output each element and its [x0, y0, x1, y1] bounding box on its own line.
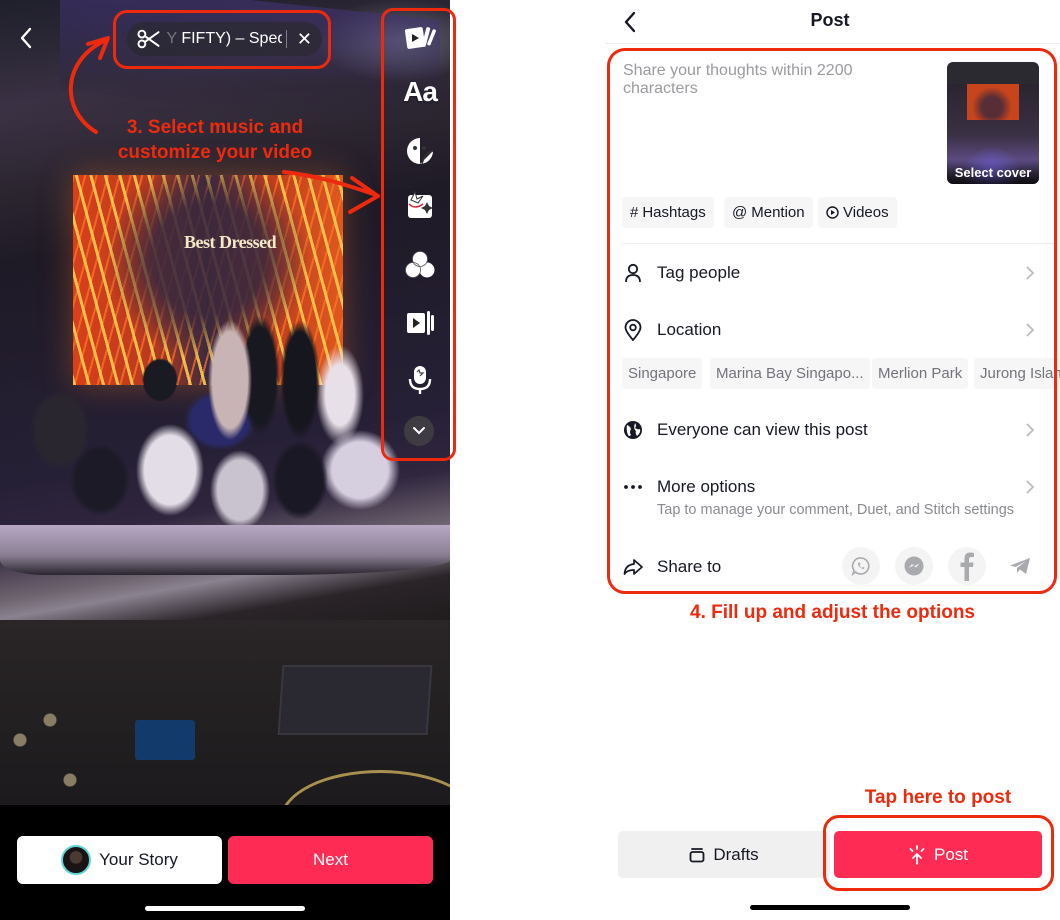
- videos-chip[interactable]: Videos: [818, 197, 897, 228]
- video-overlay-text: Best Dressed: [184, 232, 277, 252]
- drafts-button[interactable]: Drafts: [618, 831, 830, 878]
- person-icon: [623, 263, 643, 283]
- microphone-icon: [408, 366, 432, 394]
- share-whatsapp-button[interactable]: [842, 547, 880, 585]
- clips-icon: [407, 311, 434, 335]
- share-messenger-button[interactable]: [895, 547, 933, 585]
- post-label: Post: [933, 844, 969, 864]
- location-suggestion[interactable]: Jurong Islan: [974, 358, 1060, 389]
- chevron-right-icon: [1026, 323, 1035, 337]
- music-track-text: FIFTY) – Sped: [176, 30, 282, 47]
- annotation-tap-post: Tap here to post: [864, 787, 1012, 808]
- your-story-label: Your Story: [99, 850, 178, 869]
- privacy-label: Everyone can view this post: [657, 420, 868, 439]
- video-bar-edge: [0, 525, 450, 575]
- share-arrow-icon: [623, 557, 643, 577]
- chevron-right-icon: [1026, 266, 1035, 280]
- hashtag-icon: #: [630, 204, 639, 221]
- post-header: Post: [605, 0, 1060, 44]
- chevron-right-icon: [1026, 480, 1035, 494]
- share-to-label: Share to: [657, 557, 722, 576]
- videos-label: Videos: [843, 204, 889, 221]
- share-facebook-button[interactable]: [948, 547, 986, 585]
- share-to-row: Share to: [623, 552, 823, 582]
- more-options-row[interactable]: More options: [623, 472, 1035, 502]
- select-cover-label: Select cover: [947, 162, 1039, 184]
- next-button[interactable]: Next: [228, 836, 433, 884]
- play-circle-icon: [826, 206, 839, 219]
- drafts-icon: [689, 847, 705, 862]
- privacy-row[interactable]: Everyone can view this post: [623, 415, 1035, 445]
- back-button[interactable]: [16, 26, 38, 50]
- filters-icon: [405, 251, 435, 278]
- annotation-step-3-line-2: customize your video: [117, 142, 313, 163]
- select-cover-button[interactable]: Select cover: [947, 62, 1039, 184]
- annotation-step-3-line-1: 3. Select music and: [126, 117, 304, 138]
- more-dots-icon: [623, 477, 643, 497]
- tool-voice[interactable]: [392, 364, 448, 396]
- video-crowd: [0, 300, 450, 530]
- divider: [623, 243, 1055, 244]
- tool-text[interactable]: Aa: [392, 76, 448, 108]
- text-icon: Aa: [403, 76, 438, 107]
- page-title: Post: [810, 10, 850, 30]
- hashtags-chip[interactable]: # Hashtags: [622, 197, 714, 228]
- chevron-left-icon: [20, 27, 32, 49]
- tag-people-row[interactable]: Tag people: [623, 258, 1035, 288]
- post-button[interactable]: Post: [834, 831, 1042, 878]
- hashtags-label: Hashtags: [642, 204, 706, 221]
- drafts-label: Drafts: [713, 844, 759, 864]
- tool-stickers[interactable]: [392, 136, 448, 166]
- chevron-down-icon: [413, 427, 425, 435]
- music-track-title: Y FIFTY) – Sped: [166, 30, 281, 48]
- location-suggestion[interactable]: Singapore: [622, 358, 703, 389]
- location-label: Location: [657, 320, 722, 339]
- sticker-icon: [407, 138, 434, 165]
- location-row[interactable]: Location: [623, 315, 1035, 345]
- location-pin-icon: [623, 319, 643, 341]
- templates-icon: [404, 27, 436, 49]
- tag-people-label: Tag people: [657, 263, 741, 282]
- upload-sparkle-icon: [909, 844, 925, 865]
- your-story-button[interactable]: Your Story: [17, 836, 222, 884]
- location-suggestion[interactable]: Marina Bay Singapo...: [710, 358, 870, 389]
- at-icon: @: [732, 204, 748, 221]
- annotation-step-4: 4. Fill up and adjust the options: [690, 602, 975, 623]
- post-screen: Post Share your thoughts within 2200 cha…: [605, 0, 1060, 920]
- scissors-icon[interactable]: [137, 29, 160, 49]
- whatsapp-icon: [851, 557, 870, 576]
- messenger-icon: [904, 556, 924, 576]
- remove-music-button[interactable]: ✕: [297, 30, 312, 48]
- home-indicator: [145, 906, 305, 911]
- tool-clips[interactable]: [392, 308, 448, 338]
- tool-filters[interactable]: [392, 250, 448, 280]
- avatar: [61, 845, 92, 875]
- editing-toolbar: Aa: [392, 18, 448, 448]
- telegram-icon: [1010, 558, 1030, 574]
- video-ceiling: [60, 0, 440, 130]
- video-dj-lcd: [135, 720, 195, 760]
- share-telegram-button[interactable]: [1001, 547, 1039, 585]
- facebook-icon: [960, 552, 974, 581]
- chevron-right-icon: [1026, 423, 1035, 437]
- home-indicator: [750, 905, 910, 910]
- music-track-faded: Y: [166, 30, 177, 47]
- more-options-label: More options: [657, 477, 756, 496]
- annotation-step-3: 3. Select music and customize your video: [100, 115, 330, 165]
- more-options-description: Tap to manage your comment, Duet, and St…: [657, 502, 1015, 518]
- globe-icon: [623, 420, 643, 440]
- caption-input[interactable]: Share your thoughts within 2200 characte…: [623, 62, 923, 98]
- tool-effects[interactable]: [392, 190, 448, 220]
- expand-tools-button[interactable]: [404, 416, 434, 446]
- location-suggestion[interactable]: Merlion Park: [872, 358, 969, 389]
- music-separator: [285, 30, 287, 48]
- mention-label: Mention: [751, 204, 805, 221]
- music-selector[interactable]: Y FIFTY) – Sped ✕: [127, 22, 322, 56]
- video-dj-screen: [277, 665, 433, 735]
- mention-chip[interactable]: @ Mention: [724, 197, 813, 228]
- tool-templates[interactable]: [392, 22, 448, 52]
- effects-icon: [408, 190, 433, 218]
